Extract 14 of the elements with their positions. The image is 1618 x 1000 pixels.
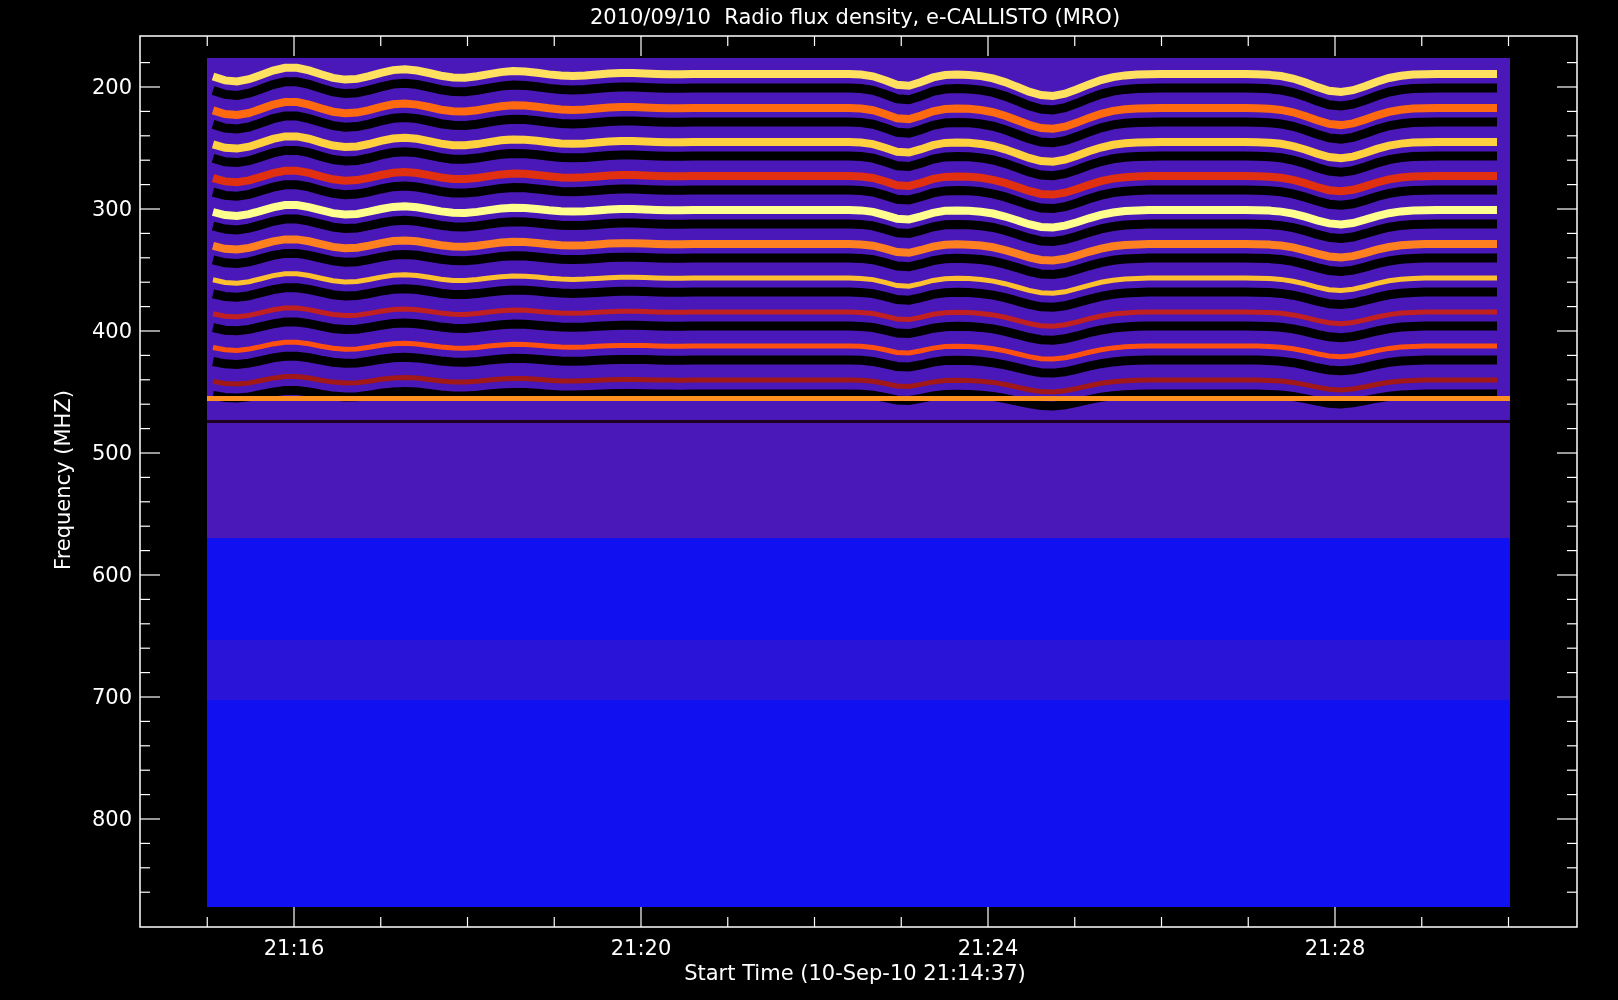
x-axis-label: Start Time (10-Sep-10 21:14:37) [684, 961, 1026, 985]
chart-title: 2010/09/10 Radio flux density, e-CALLISTO (MRO) [589, 5, 1121, 29]
y-tick-label: 300 [91, 197, 132, 221]
y-tick-label: 700 [91, 685, 132, 709]
x-tick-label: 21:20 [610, 936, 672, 960]
y-tick-label: 800 [91, 807, 132, 831]
y-tick-label: 400 [91, 319, 132, 343]
x-tick-label: 21:24 [957, 936, 1019, 960]
y-tick-label: 600 [91, 563, 132, 587]
y-tick-label: 500 [91, 441, 132, 465]
y-tick-label: 200 [91, 75, 132, 99]
x-tick-label: 21:16 [263, 936, 325, 960]
y-axis-label: Frequency (MHZ) [51, 390, 75, 570]
x-tick-label: 21:28 [1304, 936, 1366, 960]
